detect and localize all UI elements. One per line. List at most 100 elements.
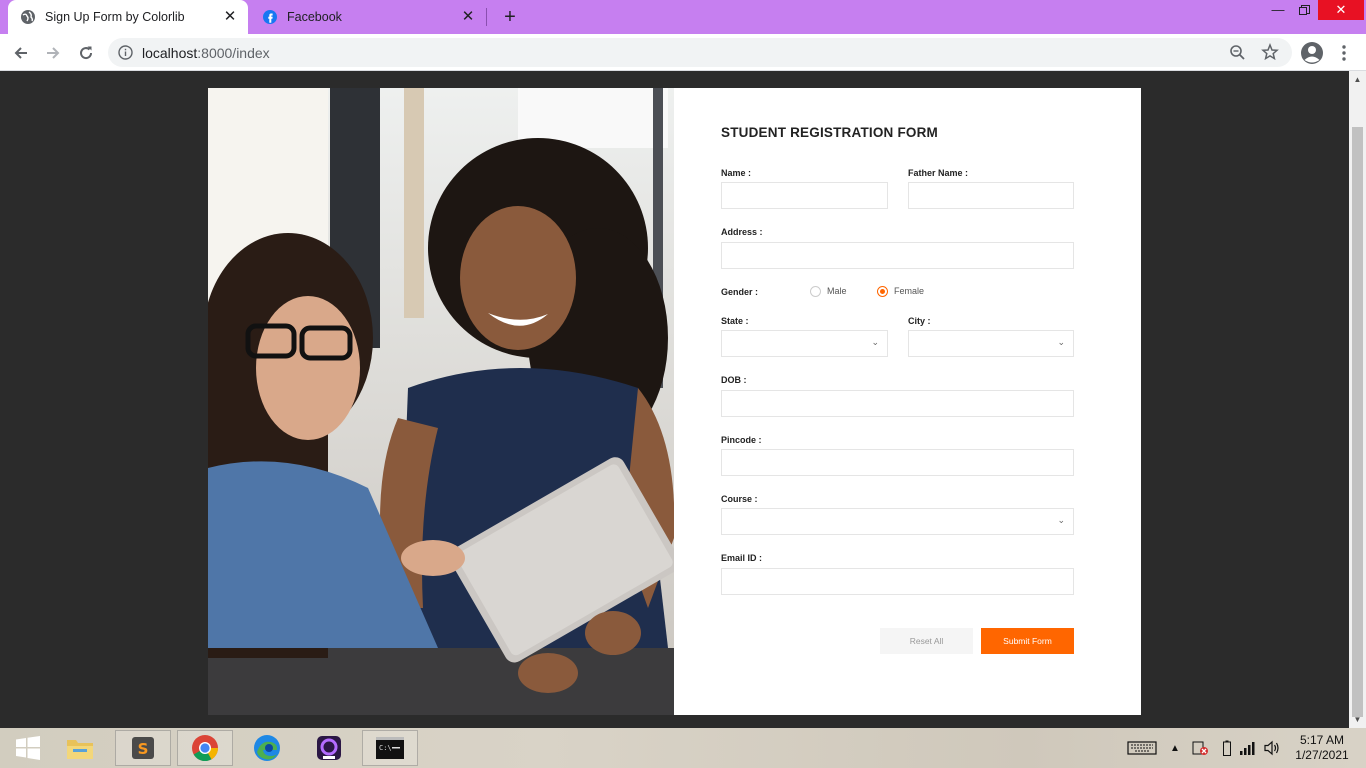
edge-icon [254,735,280,761]
gender-label: Gender : [721,287,759,297]
pincode-input[interactable] [721,449,1074,476]
page-viewport: STUDENT REGISTRATION FORM Name : Father … [0,71,1349,728]
arrow-left-icon [14,47,27,59]
purple-app[interactable] [301,730,357,766]
keyboard-tray[interactable] [1126,728,1158,768]
clock-time: 5:17 AM [1299,733,1345,747]
profile-button[interactable] [1299,40,1325,66]
chevron-down-icon: ⌄ [1057,515,1065,525]
tab-bar: Sign Up Form by Colorlib ✕ Facebook ✕ + … [0,0,1366,34]
keyboard-icon [1127,741,1157,755]
tab-facebook[interactable]: Facebook ✕ [252,0,486,34]
hero-photo [208,88,674,715]
page-scrollbar[interactable]: ▲ ▼ [1349,71,1366,728]
close-tab-icon[interactable]: ✕ [460,9,476,25]
zoom-icon[interactable] [1229,44,1246,61]
forward-button[interactable] [40,40,66,66]
reload-icon [80,46,93,60]
state-label: State : [721,316,749,326]
email-label: Email ID : [721,553,763,563]
gender-male-label: Male [827,286,847,296]
close-window-button[interactable]: ✕ [1318,0,1364,20]
tab-title: Facebook [287,10,342,24]
facebook-icon [263,10,277,24]
tab-signup-form[interactable]: Sign Up Form by Colorlib ✕ [8,0,248,34]
url-text: localhost:8000/index [142,45,270,61]
reset-all-button[interactable]: Reset All [880,628,973,654]
address-input[interactable] [721,242,1074,269]
city-label: City : [908,316,931,326]
command-prompt-icon: C:\ [376,737,404,759]
restore-button[interactable] [1290,0,1318,20]
folder-icon [67,740,93,759]
dob-label: DOB : [721,375,747,385]
submit-form-button[interactable]: Submit Form [981,628,1074,654]
gender-female-label: Female [894,286,925,296]
signal-strength-icon [1240,742,1255,755]
course-select[interactable]: ⌄ [721,508,1074,535]
globe-icon [21,10,35,24]
svg-text:C:\: C:\ [379,744,392,752]
battery-tray[interactable] [1218,728,1236,768]
dob-input[interactable] [721,390,1074,417]
speaker-icon [1264,740,1279,756]
chrome-app[interactable] [177,730,233,766]
state-select[interactable]: ⌄ [721,330,888,357]
arrow-right-icon [47,47,60,59]
browser-toolbar: localhost:8000/index [0,34,1366,71]
name-input[interactable] [721,182,888,209]
start-button[interactable] [0,730,56,766]
account-icon [1301,42,1323,64]
app-purple-icon [317,736,341,760]
email-input[interactable] [721,568,1074,595]
menu-button[interactable] [1331,40,1357,66]
father-name-label: Father Name : [908,168,969,178]
course-label: Course : [721,494,758,504]
show-hidden-icons-button[interactable]: ▲ [1168,728,1182,768]
info-icon[interactable] [118,45,133,60]
file-explorer-app[interactable] [52,730,108,766]
url-host: localhost [142,45,198,61]
scroll-thumb[interactable] [1352,127,1363,717]
battery-icon [1223,740,1231,756]
gender-female-radio[interactable] [877,286,888,297]
command-prompt-app[interactable]: C:\ [362,730,418,766]
students-photo-image [208,88,674,715]
chrome-icon [192,735,219,762]
minimize-button[interactable]: — [1264,0,1292,20]
address-bar[interactable]: localhost:8000/index [108,38,1292,67]
url-path: :8000/index [197,45,270,61]
volume-tray[interactable] [1262,728,1282,768]
close-tab-icon[interactable]: ✕ [222,9,238,25]
restore-icon [1298,5,1310,15]
father-name-input[interactable] [908,182,1074,209]
gender-male-radio[interactable] [810,286,821,297]
tab-separator [486,8,487,26]
scroll-down-icon[interactable]: ▼ [1349,711,1366,728]
bookmark-star-icon[interactable] [1261,43,1279,61]
name-label: Name : [721,168,752,178]
scroll-up-icon[interactable]: ▲ [1349,71,1366,88]
chevron-up-icon: ▲ [1170,742,1180,754]
system-clock[interactable]: 5:17 AM 1/27/2021 [1290,733,1354,763]
form-title: STUDENT REGISTRATION FORM [721,125,938,140]
city-select[interactable]: ⌄ [908,330,1074,357]
windows-logo-icon [16,736,40,760]
signal-tray[interactable] [1238,728,1258,768]
new-tab-button[interactable]: + [498,5,522,29]
address-label: Address : [721,227,763,237]
network-disconnected-icon [1192,741,1208,755]
sublime-text-app[interactable]: S [115,730,171,766]
edge-app[interactable] [239,730,295,766]
svg-text:S: S [138,740,149,758]
clock-date: 1/27/2021 [1295,748,1349,762]
sublime-text-icon: S [132,737,154,759]
back-button[interactable] [8,40,34,66]
network-error-tray[interactable] [1190,728,1210,768]
pincode-label: Pincode : [721,435,762,445]
tab-title: Sign Up Form by Colorlib [45,10,185,24]
windows-taskbar: S C:\ ▲ 5:17 AM 1/27/2021 [0,728,1366,768]
registration-card: STUDENT REGISTRATION FORM Name : Father … [208,88,1141,715]
reload-button[interactable] [73,40,99,66]
chevron-down-icon: ⌄ [871,337,879,347]
